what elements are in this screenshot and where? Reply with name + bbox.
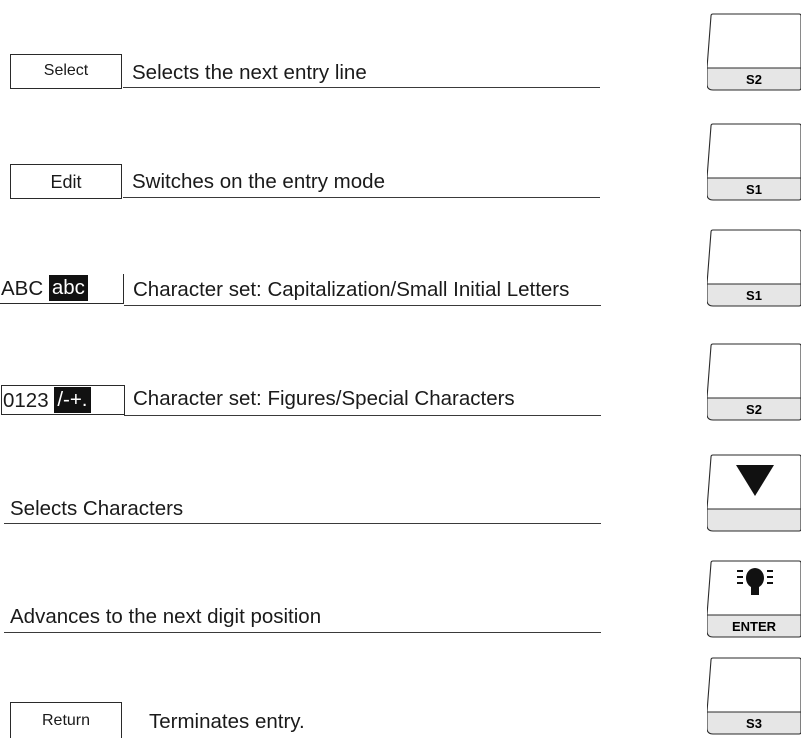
charset-inverse: abc [48, 275, 88, 301]
underline [124, 415, 601, 416]
charset-letters-indicator: ABC abc [0, 274, 124, 304]
description-letters: Character set: Capitalization/Small Init… [133, 278, 570, 301]
description-advance: Advances to the next digit position [10, 605, 322, 628]
underline [123, 197, 600, 198]
charset-normal: ABC [1, 277, 44, 300]
description-figures: Character set: Figures/Special Character… [133, 387, 515, 410]
softkey-label: S1 [746, 288, 762, 303]
description-select-characters: Selects Characters [10, 497, 184, 520]
description-select: Selects the next entry line [132, 61, 367, 84]
underline [124, 305, 601, 306]
underline [4, 523, 601, 524]
charset-inverse: /-+. [54, 387, 91, 413]
softkey-label: S3 [746, 716, 762, 731]
edit-button[interactable]: Edit [10, 164, 122, 199]
softkey-s2[interactable]: S2 [707, 342, 801, 422]
softkey-s1[interactable]: S1 [707, 228, 801, 308]
charset-figures-indicator: 0123 /-+. [1, 385, 125, 415]
select-button-label: Select [43, 62, 89, 79]
underline [123, 87, 600, 88]
description-return: Terminates entry. [149, 710, 305, 733]
underline [4, 632, 601, 633]
down-arrow-key[interactable] [707, 453, 801, 533]
charset-normal: 0123 [3, 389, 49, 412]
description-edit: Switches on the entry mode [132, 170, 385, 193]
softkey-label: S2 [746, 402, 762, 417]
edit-button-label: Edit [50, 172, 82, 192]
return-button[interactable]: Return [10, 702, 122, 738]
softkey-s3[interactable]: S3 [707, 656, 801, 736]
softkey-s1[interactable]: S1 [707, 122, 801, 202]
softkey-s2[interactable]: S2 [707, 12, 801, 92]
enter-key[interactable]: ENTER [707, 559, 801, 639]
return-button-label: Return [41, 712, 91, 729]
softkey-label: S1 [746, 182, 762, 197]
enter-key-label: ENTER [732, 619, 777, 634]
softkey-label: S2 [746, 72, 762, 87]
select-button[interactable]: Select [10, 54, 122, 89]
